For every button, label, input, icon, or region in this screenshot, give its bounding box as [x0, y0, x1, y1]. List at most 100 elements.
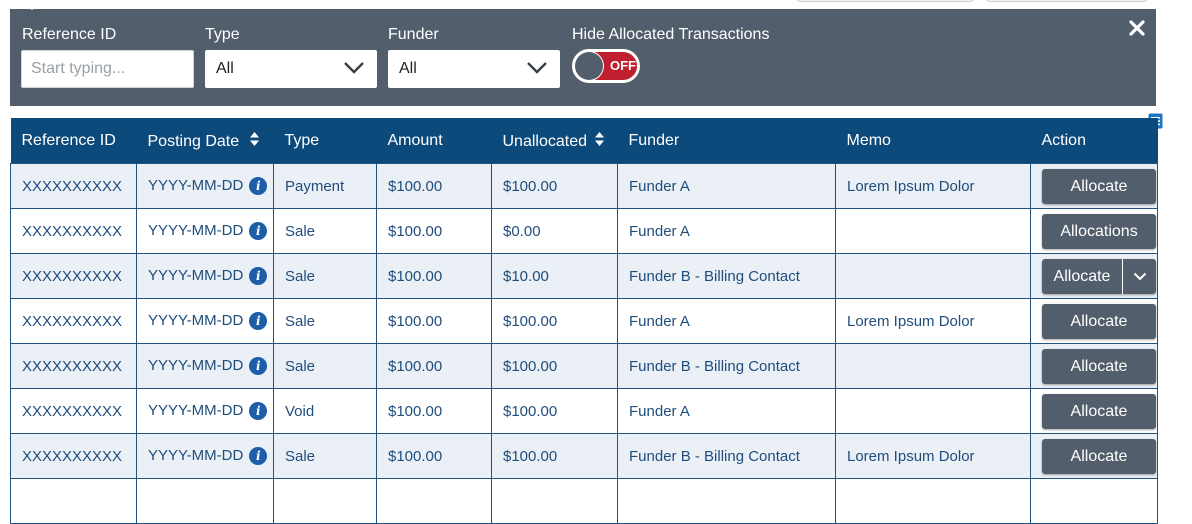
col-header-action: Action: [1030, 118, 1158, 164]
cell-type: Sale: [273, 433, 377, 479]
cell-unallocated: $0.00: [491, 208, 618, 254]
cell-amount: $100.00: [376, 298, 492, 344]
sort-icon[interactable]: [594, 131, 605, 152]
chevron-down-icon: [1133, 272, 1147, 280]
funder-select-value: All: [399, 60, 417, 77]
cell-memo: Lorem Ipsum Dolor: [835, 298, 1031, 344]
table-row: XXXXXXXXXX YYYY-MM-DD i Payment $100.00 $100.…: [10, 163, 1158, 209]
table-row: XXXXXXXXXX YYYY-MM-DD i Sale $100.00 $100.00 F…: [10, 298, 1158, 344]
cell-reference-id: XXXXXXXXXX: [10, 388, 137, 434]
cell-reference-id: XXXXXXXXXX: [10, 343, 137, 389]
table-cell: [617, 478, 836, 524]
cell-memo: Lorem Ipsum Dolor: [835, 433, 1031, 479]
cell-reference-id: XXXXXXXXXX: [10, 253, 137, 299]
hide-allocated-label: Hide Allocated Transactions: [572, 26, 770, 43]
cell-type: Sale: [273, 298, 377, 344]
reference-id-label: Reference ID: [22, 26, 117, 43]
info-icon[interactable]: i: [249, 357, 268, 375]
type-select[interactable]: All: [205, 50, 377, 88]
col-header-amount: Amount: [376, 118, 492, 164]
allocate-button[interactable]: Allocate: [1042, 303, 1156, 339]
allocate-split-button[interactable]: Allocate: [1042, 258, 1156, 294]
cell-unallocated: $100.00: [491, 433, 618, 479]
toggle-knob: [575, 52, 603, 80]
col-header-memo: Memo: [835, 118, 1031, 164]
cell-unallocated: $100.00: [491, 298, 618, 344]
cell-amount: $100.00: [376, 253, 492, 299]
info-icon[interactable]: i: [249, 312, 268, 330]
cell-action: Allocate: [1030, 163, 1158, 209]
table-cell: [136, 478, 274, 524]
cell-memo: [835, 253, 1031, 299]
hide-allocated-toggle[interactable]: OFF: [572, 49, 640, 83]
table-cell: [1030, 478, 1158, 524]
tab-stub-right: [986, 0, 1148, 2]
table-cell: [835, 478, 1031, 524]
cell-amount: $100.00: [376, 433, 492, 479]
allocate-button[interactable]: Allocate: [1042, 393, 1156, 429]
cell-posting-date: YYYY-MM-DD i: [136, 163, 274, 209]
cell-posting-date: YYYY-MM-DD i: [136, 253, 274, 299]
cell-amount: $100.00: [376, 388, 492, 434]
cell-type: Void: [273, 388, 377, 434]
funder-select[interactable]: All: [388, 50, 560, 88]
cell-memo: Lorem Ipsum Dolor: [835, 163, 1031, 209]
cell-amount: $100.00: [376, 163, 492, 209]
chevron-down-icon: [526, 61, 548, 80]
table-row: XXXXXXXXXX YYYY-MM-DD i Sale $100.00 $10.00 Fu…: [10, 253, 1158, 299]
cell-memo: [835, 388, 1031, 434]
cell-action: Allocate: [1030, 343, 1158, 389]
cell-type: Sale: [273, 253, 377, 299]
table-row: XXXXXXXXXX YYYY-MM-DD i Void $100.00 $100.00 F…: [10, 388, 1158, 434]
col-header-reference-id: Reference ID: [10, 118, 137, 164]
cell-amount: $100.00: [376, 208, 492, 254]
type-label: Type: [205, 26, 240, 43]
toggle-state-label: OFF: [610, 58, 636, 73]
cell-funder: Funder A: [617, 208, 836, 254]
cell-funder: Funder A: [617, 298, 836, 344]
table-cell: [273, 478, 377, 524]
cell-funder: Funder B - Billing Contact: [617, 433, 836, 479]
table-cell: [376, 478, 492, 524]
col-header-posting-date[interactable]: Posting Date: [136, 118, 274, 164]
cell-action: Allocate: [1030, 433, 1158, 479]
allocate-button[interactable]: Allocate: [1042, 438, 1156, 474]
cell-posting-date: YYYY-MM-DD i: [136, 388, 274, 434]
tab-stub-left: [796, 0, 974, 2]
allocate-button[interactable]: Allocate: [1042, 348, 1156, 384]
close-icon[interactable]: [1128, 19, 1146, 37]
type-select-value: All: [216, 60, 234, 77]
cell-reference-id: XXXXXXXXXX: [10, 163, 137, 209]
allocate-button[interactable]: Allocate: [1042, 258, 1122, 294]
cell-action: Allocate: [1030, 388, 1158, 434]
info-icon[interactable]: i: [249, 447, 268, 465]
info-icon[interactable]: i: [249, 267, 268, 285]
cell-posting-date: YYYY-MM-DD i: [136, 433, 274, 479]
cell-type: Payment: [273, 163, 377, 209]
table-row: [10, 478, 1158, 524]
cell-funder: Funder B - Billing Contact: [617, 343, 836, 389]
cell-type: Sale: [273, 343, 377, 389]
col-header-unallocated[interactable]: Unallocated: [491, 118, 618, 164]
allocate-dropdown-toggle[interactable]: [1122, 258, 1156, 294]
allocate-button[interactable]: Allocate: [1042, 168, 1156, 204]
cell-unallocated: $10.00: [491, 253, 618, 299]
cell-action: Allocations: [1030, 208, 1158, 254]
allocations-button[interactable]: Allocations: [1042, 213, 1156, 249]
info-icon[interactable]: i: [249, 177, 268, 195]
col-header-funder: Funder: [617, 118, 836, 164]
info-icon[interactable]: i: [249, 402, 268, 420]
funder-label: Funder: [388, 26, 439, 43]
table-row: XXXXXXXXXX YYYY-MM-DD i Sale $100.00 $0.00 Fun…: [10, 208, 1158, 254]
table-row: XXXXXXXXXX YYYY-MM-DD i Sale $100.00 $100.00 F…: [10, 433, 1158, 479]
panel-pointer: [18, 0, 46, 10]
cell-reference-id: XXXXXXXXXX: [10, 433, 137, 479]
table-cell: [10, 478, 137, 524]
info-icon[interactable]: i: [249, 222, 268, 240]
cell-posting-date: YYYY-MM-DD i: [136, 208, 274, 254]
reference-id-input[interactable]: [21, 50, 194, 88]
sort-icon[interactable]: [249, 131, 260, 152]
cell-posting-date: YYYY-MM-DD i: [136, 343, 274, 389]
col-header-type: Type: [273, 118, 377, 164]
cell-unallocated: $100.00: [491, 343, 618, 389]
